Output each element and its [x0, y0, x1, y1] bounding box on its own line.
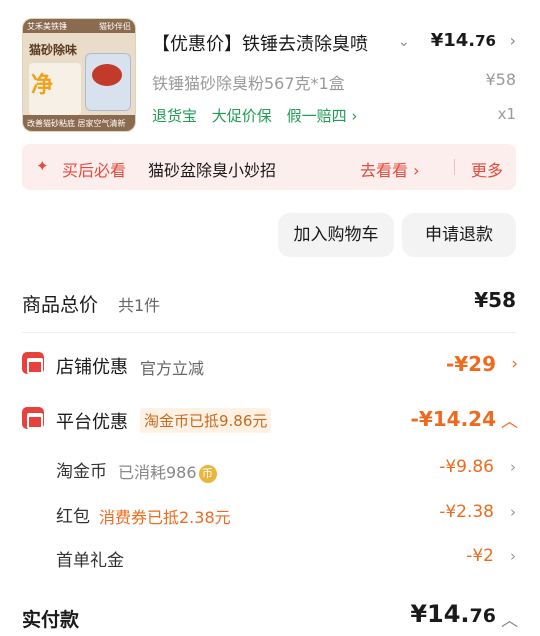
coin-icon: 币: [198, 464, 217, 483]
thumbnail-brand: 艾禾美铁锤: [27, 22, 67, 31]
hongbao-value: -¥2.38: [439, 502, 494, 522]
tip-more-link[interactable]: 更多: [471, 157, 503, 181]
chevron-right-icon[interactable]: ›: [510, 547, 516, 565]
shop-icon: [22, 352, 44, 374]
chevron-right-icon[interactable]: ›: [511, 354, 518, 374]
original-price: ¥58: [485, 70, 516, 89]
price-integer: ¥14.: [430, 30, 476, 51]
chevron-up-icon[interactable]: ︿: [501, 606, 518, 631]
thumbnail-big-char: 净: [31, 73, 54, 98]
hongbao-badge: 消费券已抵2.38元: [99, 508, 231, 527]
divider: [22, 332, 516, 333]
thumbnail-footer: 改善猫砂粘底 居家空气清新: [23, 115, 135, 131]
product-title[interactable]: 【优惠价】铁锤去渍除臭喷: [152, 30, 384, 56]
taojinbi-label: 淘金币: [56, 462, 107, 482]
sparkle-icon: ✦: [36, 157, 49, 175]
thumbnail-title: 猫砂除味: [29, 43, 78, 57]
tip-go-link[interactable]: 去看看 ›: [360, 157, 420, 181]
product-spec: 铁锤猫砂除臭粉567克*1盒: [152, 74, 345, 93]
product-quantity: x1: [497, 105, 516, 123]
tip-text: 猫砂盆除臭小妙招: [148, 161, 277, 180]
product-price: ¥14.76: [431, 30, 496, 51]
hongbao-label: 红包: [56, 507, 90, 527]
after-purchase-tip-bar[interactable]: ✦ 买后必看 猫砂盆除臭小妙招 去看看 › 更多: [22, 144, 516, 190]
first-order-value: -¥2: [466, 546, 494, 566]
tag-return-insurance: 退货宝: [152, 107, 198, 125]
taojinbi-used: 已消耗986: [118, 463, 197, 482]
service-tags[interactable]: 退货宝 大促价保 假一赔四 ›: [152, 105, 367, 126]
chevron-right-icon[interactable]: ›: [510, 503, 516, 521]
chevron-up-icon[interactable]: ︿: [501, 407, 518, 432]
tip-divider: [454, 159, 455, 175]
goods-count: 共1件: [118, 296, 161, 315]
platform-discount-badge: 淘金币已抵9.86元: [140, 408, 272, 433]
tag-fake-compensation: 假一赔四 ›: [286, 107, 358, 125]
paid-decimal: 76: [469, 605, 496, 627]
shop-discount-sub: 官方立减: [140, 359, 205, 378]
paid-label: 实付款: [22, 609, 80, 631]
request-refund-button[interactable]: 申请退款: [402, 213, 516, 257]
product-thumbnail[interactable]: 艾禾美铁锤 猫砂伴侣 猫砂除味 净 改善猫砂粘底 居家空气清新: [22, 18, 136, 132]
shop-discount-label: 店铺优惠: [56, 357, 128, 378]
paid-integer: ¥14.: [410, 600, 470, 628]
price-decimal: 76: [475, 32, 496, 50]
shop-discount-value: -¥29: [445, 352, 496, 376]
platform-icon: [22, 407, 44, 429]
platform-discount-value: -¥14.24: [410, 407, 496, 431]
chevron-right-icon[interactable]: ›: [510, 458, 516, 476]
tag-price-protection: 大促价保: [211, 107, 272, 125]
goods-total-label: 商品总价: [22, 294, 99, 316]
taojinbi-value: -¥9.86: [439, 457, 494, 477]
product-can-image: [85, 53, 131, 111]
platform-discount-label: 平台优惠: [56, 412, 128, 433]
chevron-right-icon[interactable]: ›: [510, 31, 516, 50]
paid-value: ¥14.76: [410, 600, 496, 628]
goods-total-value: ¥58: [474, 288, 516, 312]
first-order-label: 首单礼金: [56, 551, 124, 571]
chevron-down-icon[interactable]: ⌄: [398, 34, 410, 50]
taojinbi-sub: 已消耗986 币: [118, 459, 217, 483]
thumbnail-header: 艾禾美铁锤 猫砂伴侣: [23, 19, 135, 33]
add-to-cart-button[interactable]: 加入购物车: [278, 213, 394, 257]
tip-label: 买后必看: [62, 161, 127, 180]
thumbnail-footer-text: 改善猫砂粘底 居家空气清新: [27, 119, 126, 128]
thumbnail-tag: 猫砂伴侣: [99, 22, 131, 31]
